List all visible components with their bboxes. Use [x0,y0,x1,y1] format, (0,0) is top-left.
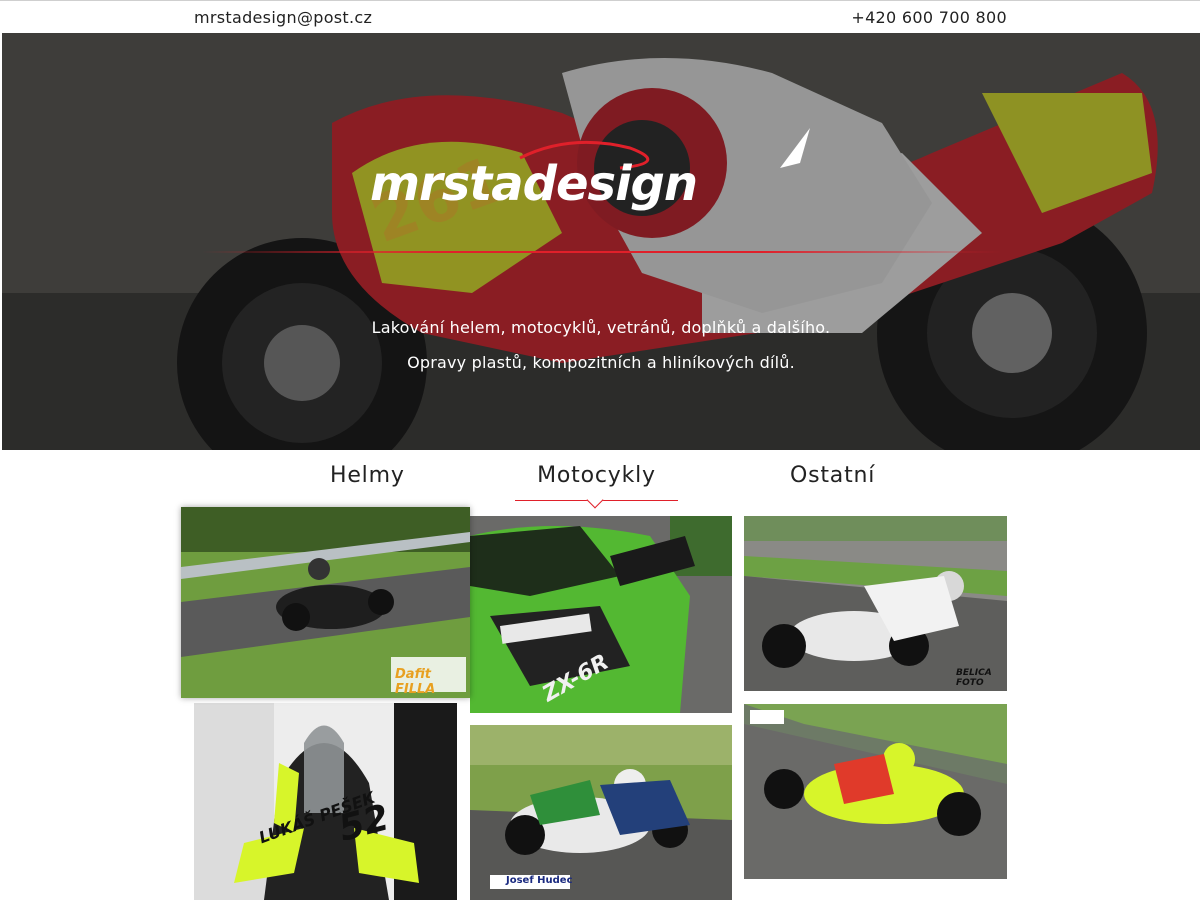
gallery-photo-6[interactable] [744,704,1007,879]
hero-tagline-1: Lakování helem, motocyklů, vetránů, dopl… [371,318,831,337]
gallery-photo-1[interactable]: Dafit FILLA [181,507,470,698]
tab-motocykly[interactable]: Motocykly [515,463,678,488]
gallery-photo-3[interactable]: BELICA FOTO [744,516,1007,691]
hero-divider [202,251,1002,253]
contact-bar: mrstadesign@post.cz +420 600 700 800 [0,0,1200,33]
photo-watermark-belica: BELICA FOTO [956,668,992,688]
active-tab-caret [586,491,604,509]
gallery-photo-5[interactable]: Josef Hudec [470,725,732,900]
photo-watermark-dafit: Dafit FILLA [395,667,436,697]
tab-helmy[interactable]: Helmy [330,463,404,488]
hero-tagline-2: Opravy plastů, kompozitních a hliníkovýc… [407,353,795,372]
email-link[interactable]: mrstadesign@post.cz [194,8,372,27]
site-logo[interactable]: mrstadesign [370,128,840,218]
photo-credit-hudec: Josef Hudec [506,875,573,886]
hero-overlay [2,33,1200,450]
gallery-photo-4[interactable]: 52 LUKÁŠ PEŠEK [194,703,457,900]
gallery-photo-2[interactable]: ZX-6R [470,516,732,713]
hero-banner: 261 mrstadesign Lakování helem, motocykl… [2,33,1200,450]
logo-wordmark: mrstadesign [370,156,698,212]
phone-link[interactable]: +420 600 700 800 [851,8,1007,27]
tab-ostatni[interactable]: Ostatní [790,463,874,488]
